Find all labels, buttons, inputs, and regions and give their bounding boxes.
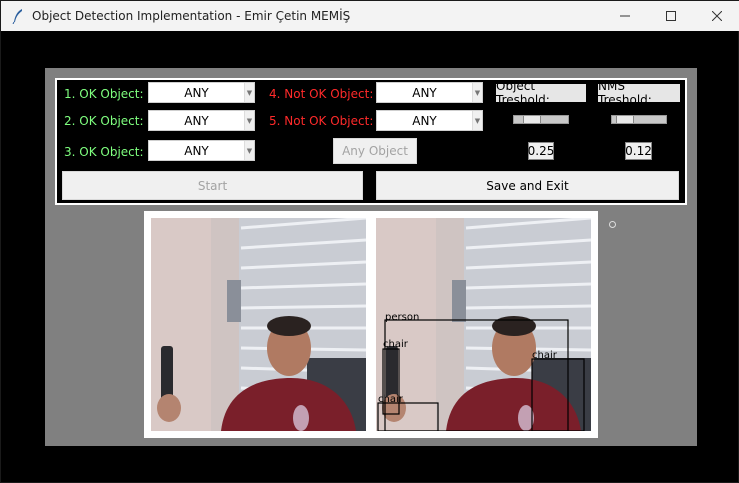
minimize-icon [620,15,630,17]
chevron-down-icon[interactable]: ▼ [244,111,254,130]
chevron-down-icon[interactable]: ▼ [244,141,254,160]
not-ok-object-5-value: ANY [412,114,437,128]
object-threshold-value: 0.25 [527,142,555,160]
object-threshold-slider[interactable] [513,115,569,124]
not-ok-object-4-combobox[interactable]: ANY ▼ [376,82,483,103]
detection-label-chair-bottom: chair [378,394,404,405]
ok-object-3-value: ANY [184,144,209,158]
chevron-down-icon[interactable]: ▼ [472,83,482,102]
not-ok-object-4-value: ANY [412,86,437,100]
ok-object-1-combobox[interactable]: ANY ▼ [148,82,255,103]
nms-threshold-slider[interactable] [611,115,667,124]
camera-feed-detected: person chair chair chair [376,218,591,431]
close-icon [712,11,722,21]
ok-object-2-label: 2. OK Object: [64,114,144,128]
object-threshold-label: Object Treshold: [496,79,586,107]
any-object-button[interactable]: Any Object [333,138,417,164]
app-window: Object Detection Implementation - Emir Ç… [0,0,739,483]
camera-feed-original [151,218,366,431]
maximize-button[interactable] [648,1,694,31]
not-ok-object-5-label: 5. Not OK Object: [269,114,374,128]
chevron-down-icon[interactable]: ▼ [472,111,482,130]
window-title: Object Detection Implementation - Emir Ç… [32,9,351,23]
minimize-button[interactable] [602,1,648,31]
start-button[interactable]: Start [62,171,363,200]
ok-object-1-label: 1. OK Object: [64,87,144,101]
radio-indicator[interactable] [609,221,616,228]
camera-image-detected: person chair chair chair [376,218,591,431]
ok-object-1-value: ANY [184,86,209,100]
ok-object-3-combobox[interactable]: ANY ▼ [148,140,255,161]
detection-label-chair-left: chair [383,339,409,350]
close-button[interactable] [694,1,739,31]
nms-threshold-value: 0.12 [625,142,652,160]
not-ok-object-5-combobox[interactable]: ANY ▼ [376,110,483,131]
save-and-exit-button[interactable]: Save and Exit [376,171,679,200]
object-threshold-slider-thumb[interactable] [523,116,541,123]
feather-icon [12,9,22,24]
ok-object-2-value: ANY [184,114,209,128]
not-ok-object-4-label: 4. Not OK Object: [269,87,374,101]
chevron-down-icon[interactable]: ▼ [244,83,254,102]
ok-object-3-label: 3. OK Object: [64,145,144,159]
nms-threshold-slider-thumb[interactable] [616,116,635,123]
maximize-icon [666,11,676,21]
nms-threshold-label: NMS Treshold: [598,79,680,107]
camera-image-original [151,218,366,431]
title-bar[interactable]: Object Detection Implementation - Emir Ç… [1,1,739,31]
ok-object-2-combobox[interactable]: ANY ▼ [148,110,255,131]
detection-label-chair-right: chair [532,350,558,361]
detection-label-person: person [385,312,419,323]
